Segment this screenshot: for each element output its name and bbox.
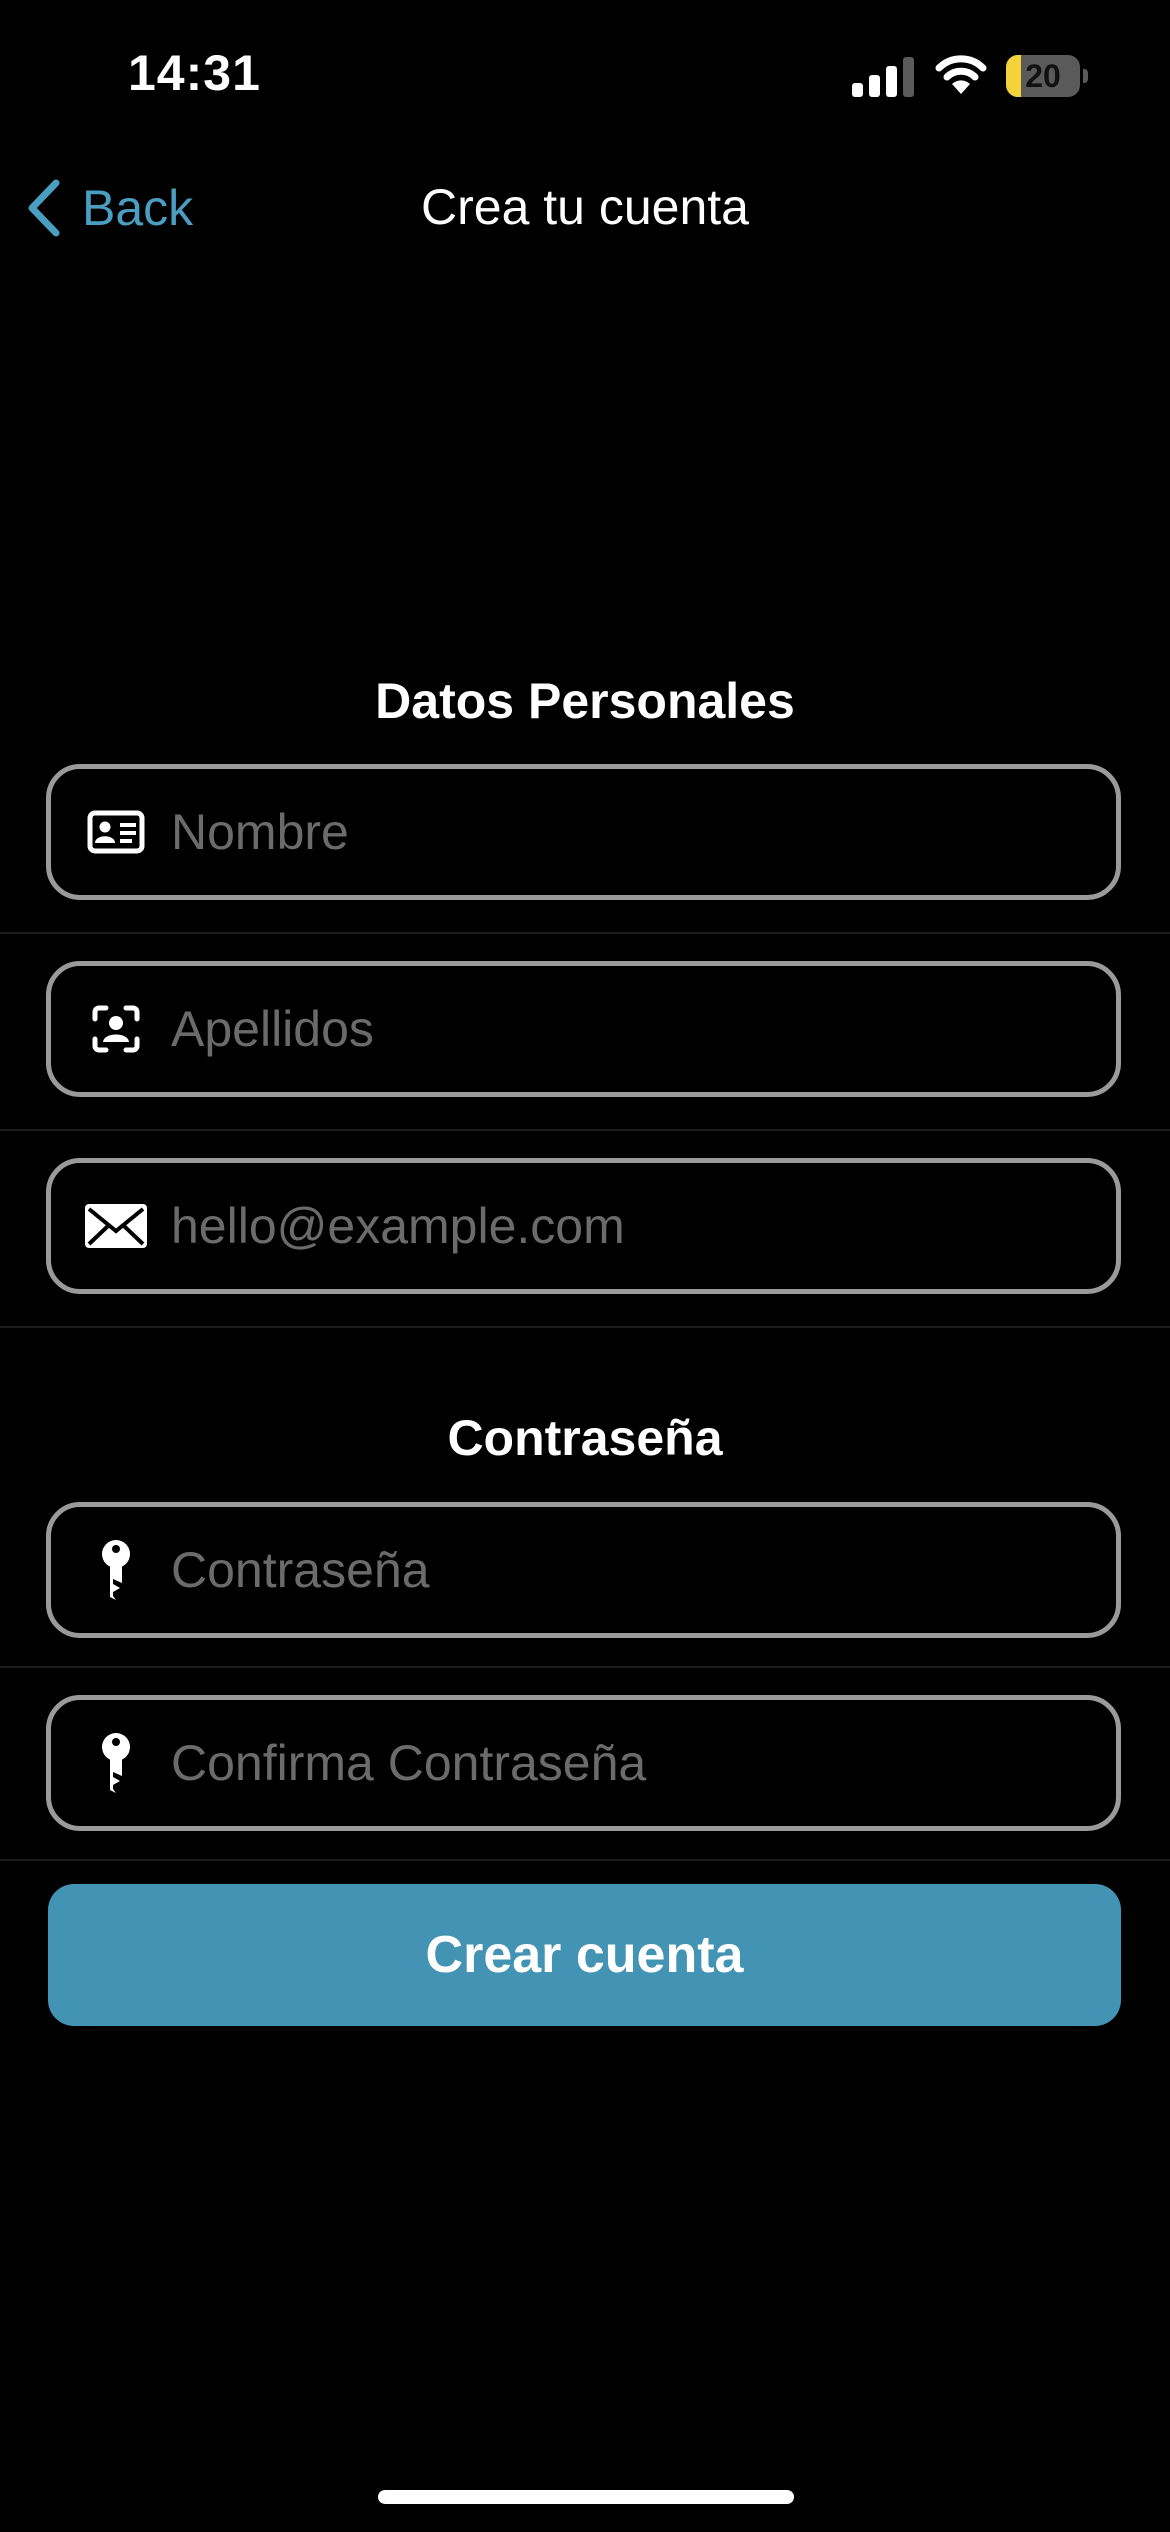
battery-level: 20 — [1025, 58, 1061, 94]
password-field[interactable] — [46, 1502, 1121, 1638]
envelope-icon — [81, 1191, 151, 1261]
divider — [0, 1326, 1170, 1328]
name-field[interactable] — [46, 764, 1121, 900]
page-title: Crea tu cuenta — [421, 179, 749, 235]
surname-input[interactable] — [169, 999, 1092, 1059]
password-input[interactable] — [169, 1540, 1092, 1600]
key-icon — [81, 1535, 151, 1605]
status-time: 14:31 — [128, 45, 261, 101]
divider — [0, 1859, 1170, 1861]
confirm-password-input[interactable] — [169, 1733, 1092, 1793]
person-viewfinder-icon — [81, 994, 151, 1064]
id-card-icon — [81, 797, 151, 867]
name-input[interactable] — [169, 802, 1092, 862]
confirm-password-field[interactable] — [46, 1695, 1121, 1831]
email-input[interactable] — [169, 1196, 1092, 1256]
create-account-button[interactable]: Crear cuenta — [48, 1884, 1121, 2026]
email-field[interactable] — [46, 1158, 1121, 1294]
personal-section-title: Datos Personales — [375, 673, 795, 729]
divider — [0, 1666, 1170, 1668]
surname-field[interactable] — [46, 961, 1121, 1097]
divider — [0, 932, 1170, 934]
password-section-title: Contraseña — [447, 1410, 723, 1466]
home-indicator[interactable] — [378, 2490, 794, 2504]
divider — [0, 1129, 1170, 1131]
key-icon — [81, 1728, 151, 1798]
wifi-icon — [935, 52, 987, 96]
cellular-signal-icon — [852, 57, 916, 97]
battery-icon: 20 — [1006, 55, 1088, 97]
